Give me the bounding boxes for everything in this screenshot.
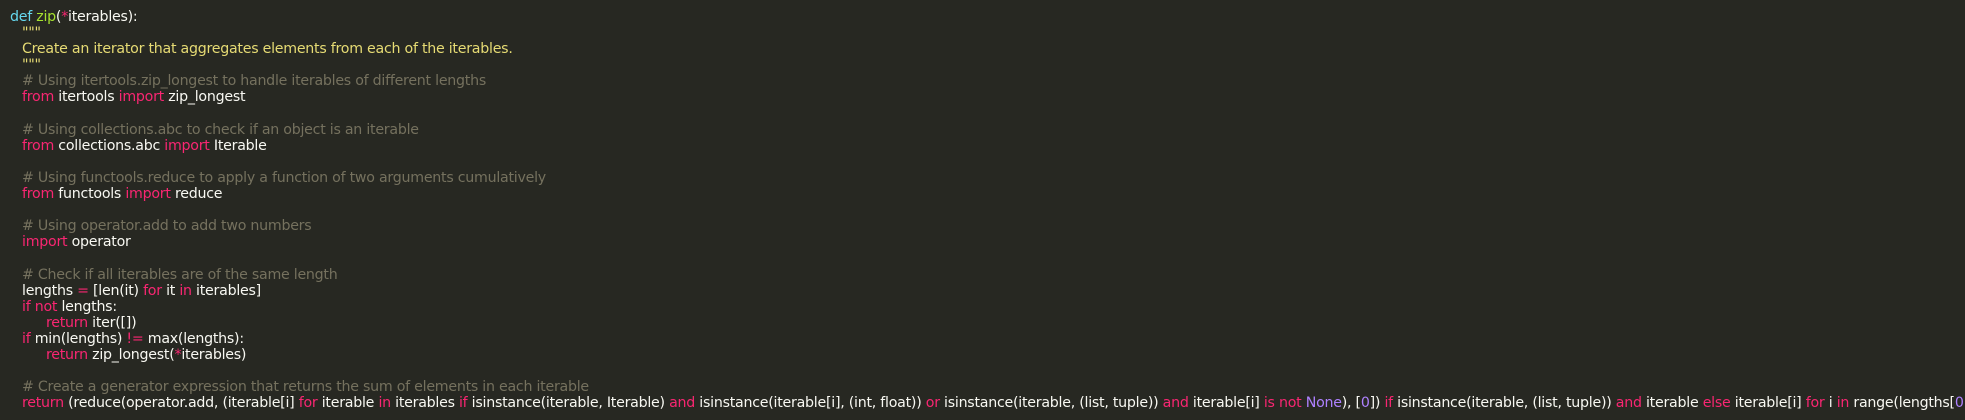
code-token: # Check if all iterables are of the same… xyxy=(22,266,338,283)
code-token: = xyxy=(77,282,89,299)
code-token: (reduce(operator.add, (iterable[i] xyxy=(63,395,299,412)
code-token: def xyxy=(10,9,32,25)
code-token: for xyxy=(298,395,318,412)
code-token: and xyxy=(1162,395,1189,412)
code-token: iterables): xyxy=(68,9,138,25)
code-line: """ xyxy=(0,25,1965,41)
code-editor[interactable]: def zip(*iterables): """ Create an iterato… xyxy=(0,0,1965,420)
code-token: # Using itertools.zip_longest to handle … xyxy=(22,73,486,90)
code-token: iterables xyxy=(390,395,459,412)
code-token: in xyxy=(179,282,192,299)
code-line: # Create a generator expression that ret… xyxy=(0,379,1965,395)
code-token: # Using functools.reduce to apply a func… xyxy=(22,169,546,186)
code-token: functools xyxy=(54,186,126,203)
code-line: # Using itertools.zip_longest to handle … xyxy=(0,73,1965,89)
code-token: iterables) xyxy=(181,346,247,363)
code-token: for xyxy=(1805,395,1825,412)
code-line: Create an iterator that aggregates eleme… xyxy=(0,41,1965,57)
code-token: lengths: xyxy=(57,298,117,315)
code-token: from xyxy=(22,186,55,203)
code-token: reduce xyxy=(170,186,223,203)
code-line: return iter([]) xyxy=(0,315,1965,331)
code-token: or xyxy=(925,395,940,412)
code-token: range(lengths[ xyxy=(1849,395,1955,412)
code-token: Iterable xyxy=(209,137,267,154)
code-line: from functools import reduce xyxy=(0,186,1965,202)
code-token: and xyxy=(1615,395,1642,412)
code-line: if not lengths: xyxy=(0,299,1965,315)
code-token: from xyxy=(22,89,55,106)
code-line: if min(lengths) != max(lengths): xyxy=(0,331,1965,347)
code-token: return xyxy=(46,314,88,331)
code-token: else xyxy=(1702,395,1731,412)
code-token: None xyxy=(1305,395,1342,412)
code-token: in xyxy=(378,395,391,412)
code-line: # Using collections.abc to check if an o… xyxy=(0,122,1965,138)
code-token: i xyxy=(1824,395,1837,412)
code-line: """ xyxy=(0,57,1965,73)
code-token: itertools xyxy=(54,89,119,106)
code-line: return (reduce(operator.add, (iterable[i… xyxy=(0,395,1965,411)
code-token: """ xyxy=(22,25,41,42)
code-token: return xyxy=(22,395,64,412)
code-token: collections.abc xyxy=(54,137,165,154)
code-line: # Using functools.reduce to apply a func… xyxy=(0,170,1965,186)
code-token: iterable xyxy=(317,395,379,412)
code-token: and xyxy=(669,395,696,412)
code-line: return zip_longest(*iterables) xyxy=(0,347,1965,363)
code-token: isinstance(iterable[i], (int, float)) xyxy=(695,395,926,412)
code-token: zip_longest xyxy=(163,89,246,106)
code-token: lengths xyxy=(22,282,78,299)
code-line: from collections.abc import Iterable xyxy=(0,138,1965,154)
code-token: iterable[i] xyxy=(1730,395,1806,412)
code-line: # Using operator.add to add two numbers xyxy=(0,218,1965,234)
code-token: zip xyxy=(36,9,56,25)
code-line: lengths = [len(it) for it in iterables] xyxy=(0,283,1965,299)
code-token: operator xyxy=(67,234,131,251)
code-token: import xyxy=(118,89,165,106)
code-token: # Using operator.add to add two numbers xyxy=(22,218,312,235)
code-token: from xyxy=(22,137,55,154)
code-token: it xyxy=(161,282,180,299)
code-token: import xyxy=(22,234,68,251)
code-token: return xyxy=(46,346,88,363)
code-token: zip_longest( xyxy=(87,346,175,363)
code-token: [len(it) xyxy=(88,282,144,299)
code-token: iterable xyxy=(1641,395,1703,412)
code-line: from itertools import zip_longest xyxy=(0,89,1965,105)
code-line: import operator xyxy=(0,234,1965,250)
code-token: import xyxy=(125,186,171,203)
code-token: # Create a generator expression that ret… xyxy=(22,379,589,396)
code-token: isinstance(iterable, Iterable) xyxy=(467,395,670,412)
code-token: isinstance(iterable, (list, tuple)) xyxy=(939,395,1163,412)
code-line: # Check if all iterables are of the same… xyxy=(0,267,1965,283)
code-token: import xyxy=(164,137,210,154)
code-token: if xyxy=(1384,395,1393,412)
code-token: iter([]) xyxy=(87,314,137,331)
code-token: 0 xyxy=(1360,395,1370,412)
code-token: isinstance(iterable, (list, tuple)) xyxy=(1392,395,1616,412)
code-token: min(lengths) xyxy=(30,330,127,347)
code-token: iterable[i] xyxy=(1188,395,1264,412)
code-token: # Using collections.abc to check if an o… xyxy=(22,121,419,138)
code-line: def zip(*iterables): xyxy=(0,9,1965,25)
code-token: ]) xyxy=(1369,395,1385,412)
code-token: max(lengths): xyxy=(143,330,244,347)
code-token: is xyxy=(1263,395,1275,412)
code-token: 0 xyxy=(1954,395,1964,412)
code-token: ), [ xyxy=(1341,395,1361,412)
code-token: not xyxy=(1278,395,1302,412)
code-token: not xyxy=(34,298,58,315)
code-token: in xyxy=(1836,395,1850,412)
code-token: Create an iterator that aggregates eleme… xyxy=(22,41,513,58)
code-token: """ xyxy=(22,57,41,74)
code-token: iterables] xyxy=(191,282,261,299)
code-token: != xyxy=(126,330,144,347)
code-token: for xyxy=(143,282,162,299)
